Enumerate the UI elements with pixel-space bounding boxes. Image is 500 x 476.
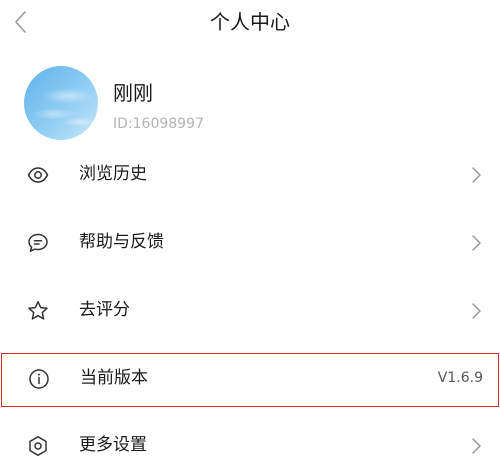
menu-item-more-settings[interactable]: 更多设置 [0,420,500,472]
menu-item-label: 去评分 [79,300,130,320]
chevron-right-icon [470,436,482,456]
top-bar: 个人中心 [0,0,500,44]
user-profile[interactable]: 刚刚 ID:16098997 [0,58,500,146]
menu-item-browse-history[interactable]: 浏览历史 [0,149,500,201]
menu-item-label: 更多设置 [79,435,147,455]
star-icon [26,299,50,323]
chevron-right-icon [470,165,482,185]
version-value: V1.6.9 [437,370,483,386]
menu-item-label: 帮助与反馈 [79,232,164,252]
eye-icon [26,163,50,187]
chat-bubble-icon [26,231,50,255]
chevron-right-icon [470,301,482,321]
settings-hexagon-icon [26,434,50,458]
menu-item-current-version[interactable]: 当前版本 V1.6.9 [1,353,499,407]
menu-item-help-feedback[interactable]: 帮助与反馈 [0,217,500,269]
chevron-right-icon [470,233,482,253]
user-id: ID:16098997 [113,116,204,132]
username: 刚刚 [113,81,153,105]
menu-item-label: 浏览历史 [79,164,147,184]
sky-avatar-image [24,66,98,140]
avatar[interactable] [24,66,98,140]
profile-screen: 个人中心 刚刚 ID:16098997 浏览历史 帮助与反馈 去评分 当前版本 … [0,0,500,476]
menu-item-rate[interactable]: 去评分 [0,285,500,337]
page-title: 个人中心 [210,10,290,34]
menu-item-label: 当前版本 [80,368,148,388]
info-icon [27,367,51,391]
